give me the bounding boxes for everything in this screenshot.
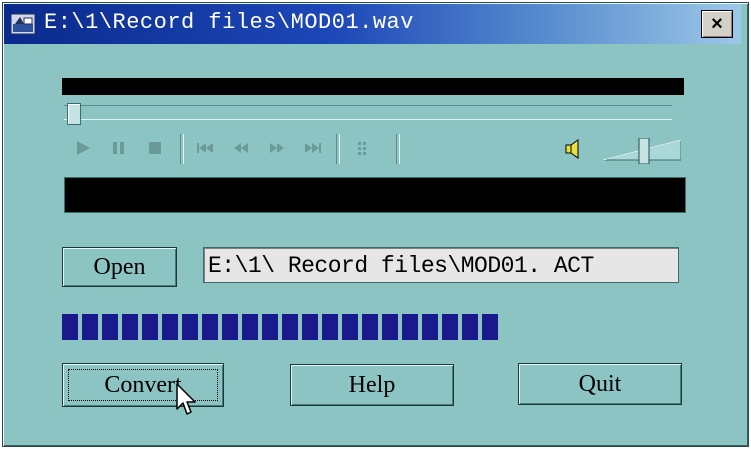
progress-block xyxy=(202,314,218,340)
video-display-area xyxy=(62,78,684,95)
stop-button[interactable] xyxy=(144,134,166,162)
progress-block xyxy=(162,314,178,340)
previous-track-button[interactable] xyxy=(192,134,218,162)
toolbar-separator xyxy=(180,134,184,164)
pause-button[interactable] xyxy=(108,134,130,162)
mouse-pointer-icon xyxy=(176,383,196,415)
convert-button[interactable]: Convert xyxy=(62,363,224,407)
volume-slider-thumb[interactable] xyxy=(638,138,650,164)
rewind-button[interactable] xyxy=(228,134,254,162)
window-title: E:\1\Record files\MOD01.wav xyxy=(44,10,414,35)
progress-block xyxy=(382,314,398,340)
progress-block xyxy=(462,314,478,340)
open-button[interactable]: Open xyxy=(62,247,177,287)
grid-icon xyxy=(358,142,366,155)
play-button[interactable] xyxy=(72,134,94,162)
progress-block xyxy=(182,314,198,340)
stop-icon xyxy=(149,142,161,154)
progress-block xyxy=(322,314,338,340)
conversion-progress-bar xyxy=(62,314,512,340)
progress-block xyxy=(422,314,438,340)
open-button-label: Open xyxy=(93,253,146,280)
play-icon xyxy=(77,141,90,155)
progress-block xyxy=(82,314,98,340)
rewind-icon xyxy=(234,143,248,153)
fast-forward-button[interactable] xyxy=(264,134,290,162)
status-display xyxy=(64,177,686,213)
progress-block xyxy=(362,314,378,340)
title-bar[interactable]: E:\1\Record files\MOD01.wav × xyxy=(4,4,741,44)
help-button[interactable]: Help xyxy=(290,364,454,406)
progress-block xyxy=(262,314,278,340)
speaker-icon[interactable] xyxy=(563,138,585,160)
progress-block xyxy=(482,314,498,340)
progress-block xyxy=(142,314,158,340)
progress-block xyxy=(222,314,238,340)
close-button[interactable]: × xyxy=(701,10,733,38)
progress-block xyxy=(62,314,78,340)
next-track-button[interactable] xyxy=(300,134,326,162)
help-button-label: Help xyxy=(348,371,396,398)
progress-block xyxy=(402,314,418,340)
playlist-button[interactable] xyxy=(352,134,376,162)
pause-icon xyxy=(113,142,124,154)
progress-block xyxy=(442,314,458,340)
seek-slider-track[interactable] xyxy=(64,105,672,120)
toolbar-separator xyxy=(396,134,400,164)
volume-slider[interactable] xyxy=(603,138,681,164)
file-path-field[interactable]: E:\1\ Record files\MOD01. ACT xyxy=(203,247,679,283)
progress-block xyxy=(342,314,358,340)
toolbar-separator xyxy=(336,134,340,164)
progress-block xyxy=(282,314,298,340)
progress-block xyxy=(122,314,138,340)
progress-block xyxy=(242,314,258,340)
skip-back-icon xyxy=(197,143,213,153)
skip-forward-icon xyxy=(305,143,321,153)
close-icon: × xyxy=(711,12,723,35)
progress-fill xyxy=(62,314,512,340)
quit-button[interactable]: Quit xyxy=(518,363,682,405)
media-player-icon xyxy=(10,13,36,35)
progress-block xyxy=(302,314,318,340)
progress-block xyxy=(102,314,118,340)
seek-slider-thumb[interactable] xyxy=(67,103,81,125)
transport-controls xyxy=(72,134,412,164)
fast-forward-icon xyxy=(270,143,284,153)
quit-button-label: Quit xyxy=(578,370,622,397)
